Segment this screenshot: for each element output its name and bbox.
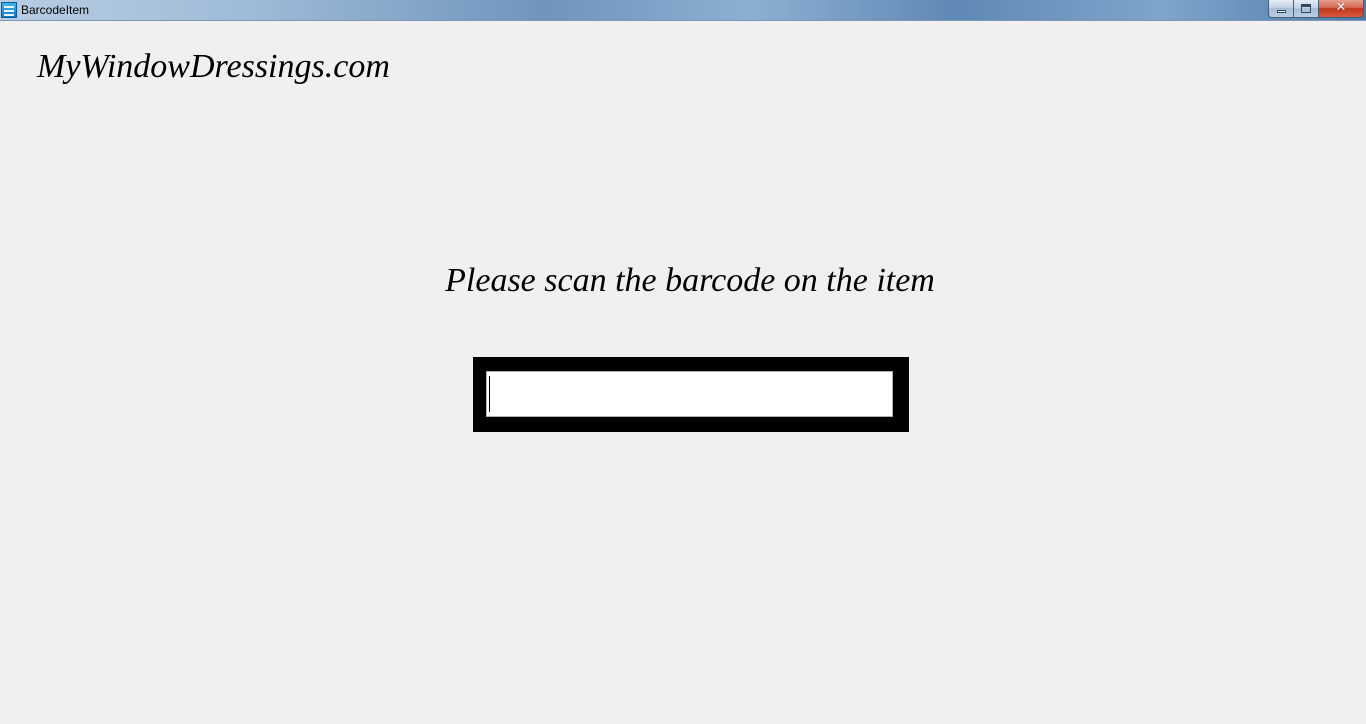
close-icon: ✕: [1335, 0, 1347, 15]
window-title: BarcodeItem: [21, 3, 90, 17]
minimize-icon: [1277, 10, 1286, 13]
restore-icon: [1301, 4, 1311, 13]
brand-title: MyWindowDressings.com: [37, 48, 390, 85]
window-titlebar[interactable]: BarcodeItem ✕: [0, 0, 1366, 21]
barcode-input[interactable]: [486, 371, 893, 417]
barcode-input-frame: [473, 357, 909, 432]
minimize-button[interactable]: [1268, 0, 1294, 18]
app-icon[interactable]: [1, 2, 17, 18]
scan-prompt: Please scan the barcode on the item: [445, 262, 935, 299]
close-button[interactable]: ✕: [1319, 0, 1364, 18]
restore-button[interactable]: [1294, 0, 1319, 18]
window-controls: ✕: [1268, 0, 1364, 18]
